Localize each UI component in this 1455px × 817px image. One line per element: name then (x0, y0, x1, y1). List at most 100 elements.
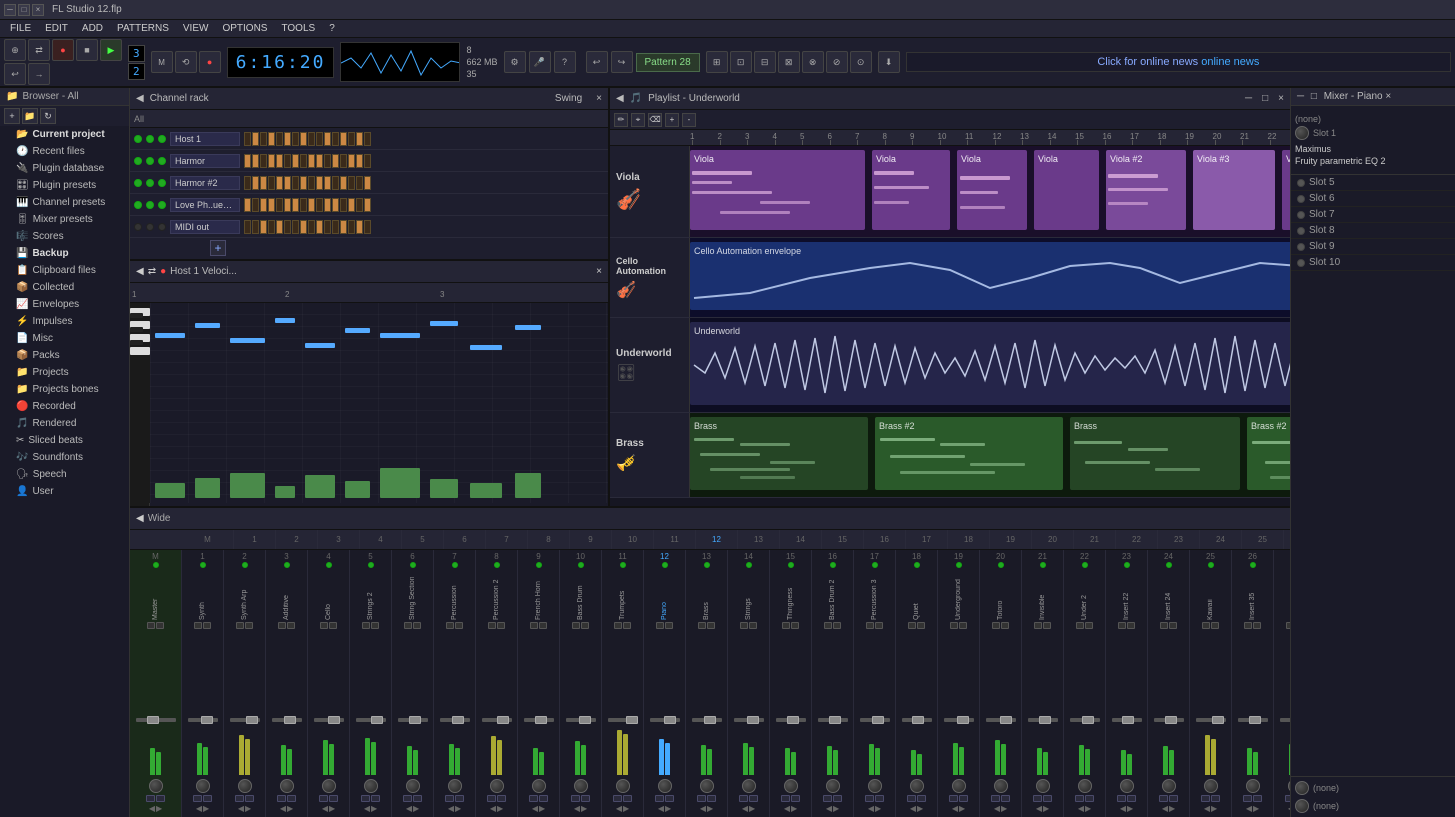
pad[interactable] (348, 198, 355, 212)
ch-arr-r-3[interactable]: ▶ (287, 804, 293, 813)
ch-sb1-5[interactable] (361, 795, 370, 802)
ch-arr-r-4[interactable]: ▶ (329, 804, 335, 813)
ch-arr-r-15[interactable]: ▶ (791, 804, 797, 813)
pad[interactable] (284, 154, 291, 168)
sidebar-item-speech[interactable]: 🗣 Speech (0, 466, 129, 483)
ch-sb2-6[interactable] (413, 795, 422, 802)
minimize-btn[interactable]: ─ (4, 4, 16, 16)
ch-sb2-22[interactable] (1085, 795, 1094, 802)
ch-active-light-21[interactable] (1040, 562, 1046, 568)
ch-arr-r-7[interactable]: ▶ (455, 804, 461, 813)
pad[interactable] (244, 176, 251, 190)
ch-solo-23[interactable] (1118, 622, 1126, 629)
ch-sb2-15[interactable] (791, 795, 800, 802)
ch-arr-l-26[interactable]: ◀ (1246, 804, 1252, 813)
sidebar-item-recent-files[interactable]: 🕐 Recent files (0, 143, 129, 160)
ch-solo-1[interactable] (194, 622, 202, 629)
pl-zoom-out[interactable]: - (682, 113, 696, 127)
ch-active-light-12[interactable] (662, 562, 668, 568)
ch-mute-14[interactable] (749, 622, 757, 629)
ch-pan-0[interactable] (149, 779, 163, 793)
maximus-label[interactable]: Maximus (1295, 144, 1451, 154)
ch-fader-26[interactable] (1249, 716, 1261, 724)
ch-solo-13[interactable] (698, 622, 706, 629)
pad[interactable] (284, 198, 291, 212)
sidebar-item-misc[interactable]: 📄 Misc (0, 330, 129, 347)
pad[interactable] (308, 198, 315, 212)
ch-sb1-24[interactable] (1159, 795, 1168, 802)
ch-arr-r-11[interactable]: ▶ (623, 804, 629, 813)
ch-arr-l-25[interactable]: ◀ (1204, 804, 1210, 813)
pad[interactable] (348, 176, 355, 190)
pad[interactable] (260, 220, 267, 234)
snap-btn[interactable]: ⊕ (4, 39, 26, 61)
ch-light-m2[interactable] (146, 223, 154, 231)
sidebar-item-projects[interactable]: 📁 Projects (0, 364, 129, 381)
ch-light-h23[interactable] (158, 179, 166, 187)
pad[interactable] (300, 154, 307, 168)
pad[interactable] (292, 176, 299, 190)
ch-fader-8[interactable] (497, 716, 509, 724)
ch-arr-r-12[interactable]: ▶ (665, 804, 671, 813)
ch-sb1-8[interactable] (487, 795, 496, 802)
ch-arr-r-17[interactable]: ▶ (875, 804, 881, 813)
ch-sb1-1[interactable] (193, 795, 202, 802)
ch-light-1[interactable] (134, 135, 142, 143)
pr-nav-icon[interactable]: ◀ (136, 266, 144, 277)
ch-fader-3[interactable] (284, 716, 296, 724)
ch-pan-6[interactable] (406, 779, 420, 793)
ch-solo-4[interactable] (320, 622, 328, 629)
ch-pan-25[interactable] (1204, 779, 1218, 793)
sidebar-item-packs[interactable]: 📦 Packs (0, 347, 129, 364)
insert-slot-3[interactable]: Slot 5 (1291, 175, 1455, 191)
ch-arr-r-16[interactable]: ▶ (833, 804, 839, 813)
pad[interactable] (300, 198, 307, 212)
ch-arr-r-0[interactable]: ▶ (156, 804, 162, 813)
sidebar-item-recorded[interactable]: 🔴 Recorded (0, 398, 129, 415)
menu-edit[interactable]: EDIT (39, 22, 74, 35)
ch-sb1-26[interactable] (1243, 795, 1252, 802)
ch-pan-18[interactable] (910, 779, 924, 793)
ch-sb1-19[interactable] (949, 795, 958, 802)
pad[interactable] (292, 132, 299, 146)
ch-sb2-21[interactable] (1043, 795, 1052, 802)
insert-slot-5[interactable]: Slot 7 (1291, 207, 1455, 223)
ch-solo-0[interactable] (147, 622, 155, 629)
ch-solo-5[interactable] (362, 622, 370, 629)
pad[interactable] (252, 176, 259, 190)
ch-sb2-2[interactable] (245, 795, 254, 802)
browser-folder-btn[interactable]: 📁 (22, 108, 38, 124)
ch-arr-r-21[interactable]: ▶ (1043, 804, 1049, 813)
ch-mute-11[interactable] (623, 622, 631, 629)
ch-sb1-3[interactable] (277, 795, 286, 802)
ch-sb2-24[interactable] (1169, 795, 1178, 802)
ch-pan-16[interactable] (826, 779, 840, 793)
pad[interactable] (308, 132, 315, 146)
record2-btn[interactable]: ● (199, 51, 221, 73)
tb1[interactable]: ⊞ (706, 51, 728, 73)
ch-sb1-17[interactable] (865, 795, 874, 802)
pl-tool-erase[interactable]: ⌫ (648, 113, 662, 127)
ch-solo-9[interactable] (530, 622, 538, 629)
pad[interactable] (364, 176, 371, 190)
ch-fader-13[interactable] (704, 716, 716, 724)
sidebar-item-rendered[interactable]: 🎵 Rendered (0, 415, 129, 432)
ch-light-2[interactable] (146, 135, 154, 143)
ch-arr-l-21[interactable]: ◀ (1036, 804, 1042, 813)
ch-fader-25[interactable] (1212, 716, 1224, 724)
ch-active-light-14[interactable] (746, 562, 752, 568)
ch-active-light-17[interactable] (872, 562, 878, 568)
ch-sb1-15[interactable] (781, 795, 790, 802)
pad[interactable] (316, 132, 323, 146)
ch-sb2-18[interactable] (917, 795, 926, 802)
pad[interactable] (268, 220, 275, 234)
pad[interactable] (276, 154, 283, 168)
menu-view[interactable]: VIEW (177, 22, 215, 35)
ch-light-h3[interactable] (158, 157, 166, 165)
ch-solo-22[interactable] (1076, 622, 1084, 629)
ch-mute-5[interactable] (371, 622, 379, 629)
pad[interactable] (276, 198, 283, 212)
redo-btn[interactable]: ↪ (611, 51, 633, 73)
ch-mute-13[interactable] (707, 622, 715, 629)
ch-mute-2[interactable] (245, 622, 253, 629)
